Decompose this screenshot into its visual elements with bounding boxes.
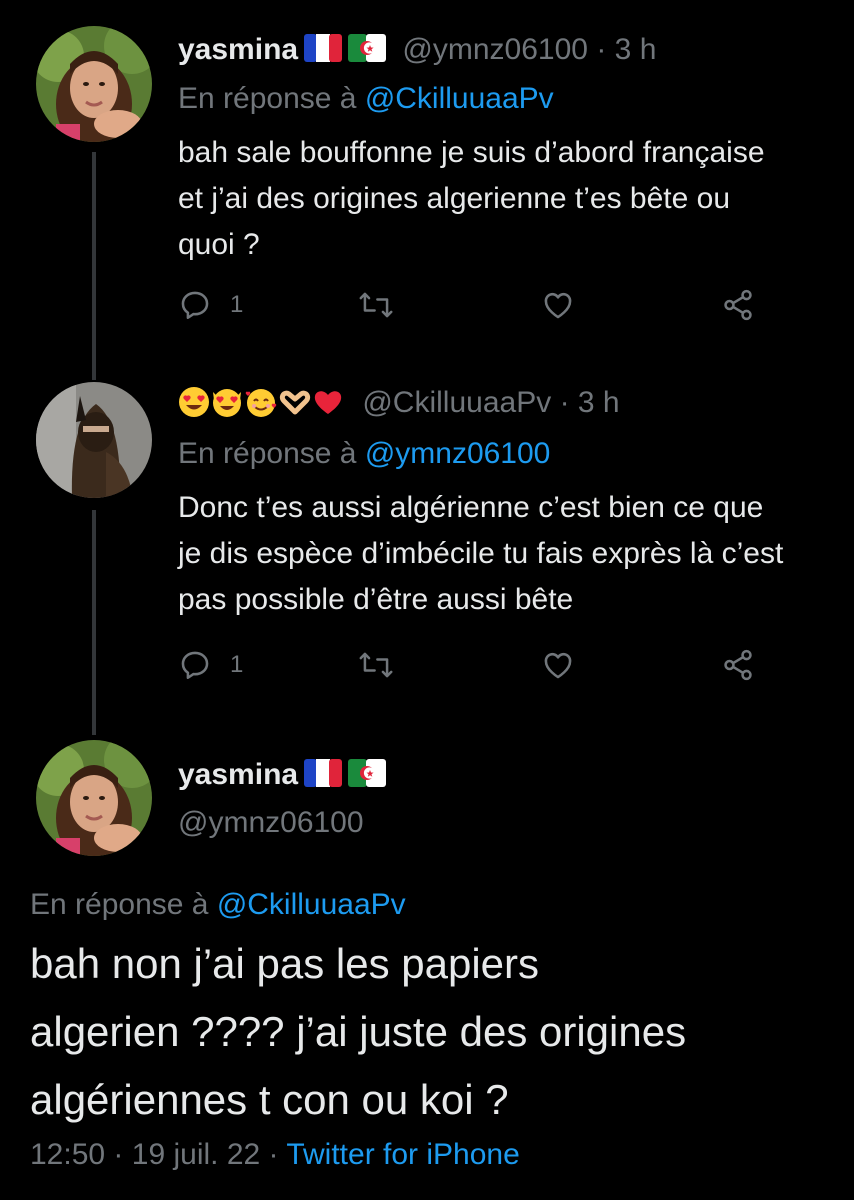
tweet-actions: 1: [178, 288, 778, 328]
tweet-time[interactable]: 12:50: [30, 1138, 105, 1171]
retweet-button[interactable]: [358, 648, 394, 682]
reply-prefix: En réponse à: [178, 82, 357, 115]
tweet-header: @CkilluuaaPv · 3 h: [178, 386, 620, 426]
handle[interactable]: @ymnz06100: [402, 33, 588, 66]
tweet-actions: 1: [178, 648, 778, 688]
avatar[interactable]: [36, 26, 152, 142]
reply-count: 1: [230, 651, 244, 678]
handle[interactable]: @CkilluuaaPv: [362, 386, 551, 419]
tweet-text: bah non j’ai pas les papiers algerien ??…: [30, 930, 854, 1134]
timestamp[interactable]: 3 h: [615, 33, 657, 66]
reply-count: 1: [230, 291, 244, 318]
tweet-text-line: algerien ???? j’ai juste des origines: [30, 1008, 687, 1055]
heart-icon: [540, 288, 576, 322]
separator-dot: ·: [113, 1138, 124, 1171]
tweet-text-line: je dis espèce d’imbécile tu fais exprès …: [178, 537, 784, 570]
tweet-header: yasmina: [178, 758, 387, 795]
tweet-meta: 12:50 · 19 juil. 22 · Twitter for iPhone: [30, 1138, 520, 1172]
avatar[interactable]: [36, 382, 152, 498]
handle-line: @ymnz06100: [178, 806, 364, 840]
heart-eyes-emoji: [178, 386, 210, 426]
display-name[interactable]: yasmina: [178, 33, 298, 66]
handle[interactable]: @ymnz06100: [178, 806, 364, 839]
flag-algeria-icon: [348, 34, 387, 70]
reply-context: En réponse à @CkilluuaaPv: [178, 82, 554, 116]
timestamp[interactable]: 3 h: [578, 386, 620, 419]
separator-dot: ·: [596, 33, 607, 66]
main-tweet: yasmina @ymnz06100 En réponse à @Ckilluu…: [0, 730, 854, 1200]
share-icon: [720, 288, 756, 322]
like-button[interactable]: [540, 648, 576, 682]
flag-france-icon: [304, 34, 343, 70]
tweet-text-line: pas possible d’être aussi bête: [178, 583, 574, 616]
tweet-text: bah sale bouffonne je suis d’abord franç…: [178, 130, 854, 268]
reply-icon: [178, 288, 212, 322]
reply-to-link[interactable]: @CkilluuaaPv: [217, 888, 406, 921]
display-name[interactable]: yasmina: [178, 758, 298, 791]
tweet-text: Donc t’es aussi algérienne c’est bien ce…: [178, 485, 854, 623]
tweet-text-line: Donc t’es aussi algérienne c’est bien ce…: [178, 491, 764, 524]
reply-context: En réponse à @ymnz06100: [178, 437, 550, 471]
retweet-icon: [358, 648, 394, 682]
flag-algeria-icon: [348, 759, 387, 795]
tweet-text-line: algériennes t con ou koi ?: [30, 1076, 509, 1123]
heart-icon: [540, 648, 576, 682]
reply-prefix: En réponse à: [30, 888, 209, 921]
retweet-button[interactable]: [358, 288, 394, 322]
tweet-thread: yasmina @ymnz06100 · 3 h En réponse à @C…: [0, 0, 854, 1200]
heart-hands-emoji: [278, 386, 312, 426]
reply-to-link[interactable]: @ymnz06100: [365, 437, 551, 470]
tweet[interactable]: yasmina @ymnz06100 · 3 h En réponse à @C…: [0, 0, 854, 360]
red-heart-emoji: [312, 386, 344, 426]
tweet-text-line: quoi ?: [178, 228, 260, 261]
tweet-source-link[interactable]: Twitter for iPhone: [286, 1138, 519, 1171]
like-button[interactable]: [540, 288, 576, 322]
tweet-date[interactable]: 19 juil. 22: [132, 1138, 260, 1171]
reply-to-link[interactable]: @CkilluuaaPv: [365, 82, 554, 115]
smiling-face-with-hearts-emoji: [244, 386, 278, 426]
share-button[interactable]: [720, 288, 756, 322]
reply-button[interactable]: 1: [178, 288, 243, 322]
reply-button[interactable]: 1: [178, 648, 243, 682]
reply-icon: [178, 648, 212, 682]
reply-prefix: En réponse à: [178, 437, 357, 470]
tweet-text-line: bah sale bouffonne je suis d’abord franç…: [178, 136, 765, 169]
separator-dot: ·: [268, 1138, 279, 1171]
tweet-header: yasmina @ymnz06100 · 3 h: [178, 33, 656, 70]
separator-dot: ·: [559, 386, 570, 419]
avatar[interactable]: [36, 740, 152, 856]
heart-eyes-cat-emoji: [210, 386, 244, 426]
tweet[interactable]: @CkilluuaaPv · 3 h En réponse à @ymnz061…: [0, 360, 854, 730]
tweet-text-line: et j’ai des origines algerienne t’es bêt…: [178, 182, 731, 215]
share-icon: [720, 648, 756, 682]
tweet-text-line: bah non j’ai pas les papiers: [30, 940, 540, 987]
share-button[interactable]: [720, 648, 756, 682]
reply-context: En réponse à @CkilluuaaPv: [30, 888, 406, 922]
flag-france-icon: [304, 759, 343, 795]
retweet-icon: [358, 288, 394, 322]
